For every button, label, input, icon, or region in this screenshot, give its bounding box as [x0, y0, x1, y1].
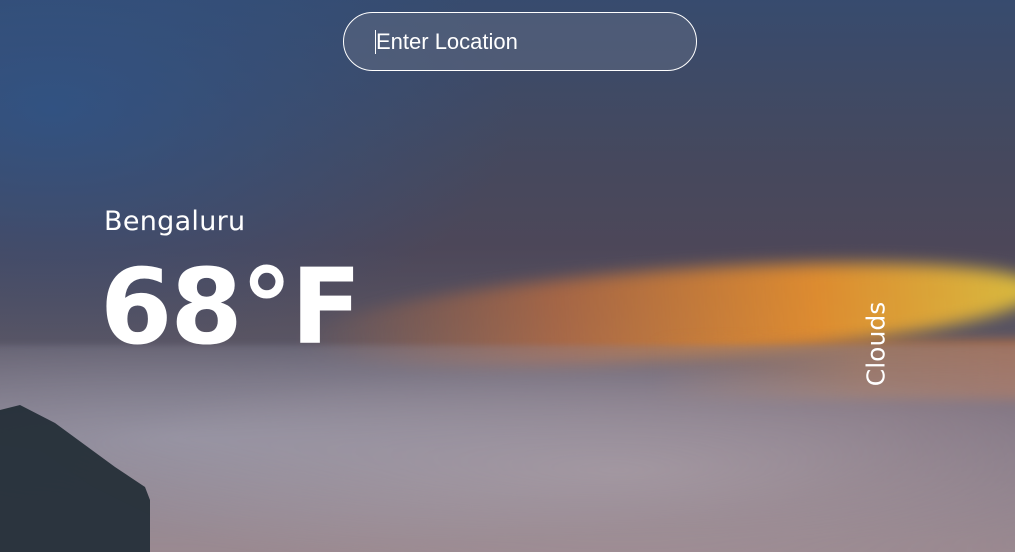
search-box[interactable] [343, 12, 697, 71]
location-search-input[interactable] [374, 13, 678, 71]
temperature-value: 68°F [100, 246, 362, 368]
location-name: Bengaluru [104, 206, 246, 237]
weather-condition: Clouds [861, 301, 891, 387]
background-mountain [0, 405, 150, 552]
weather-app: Bengaluru 68°F Clouds [0, 0, 1015, 552]
